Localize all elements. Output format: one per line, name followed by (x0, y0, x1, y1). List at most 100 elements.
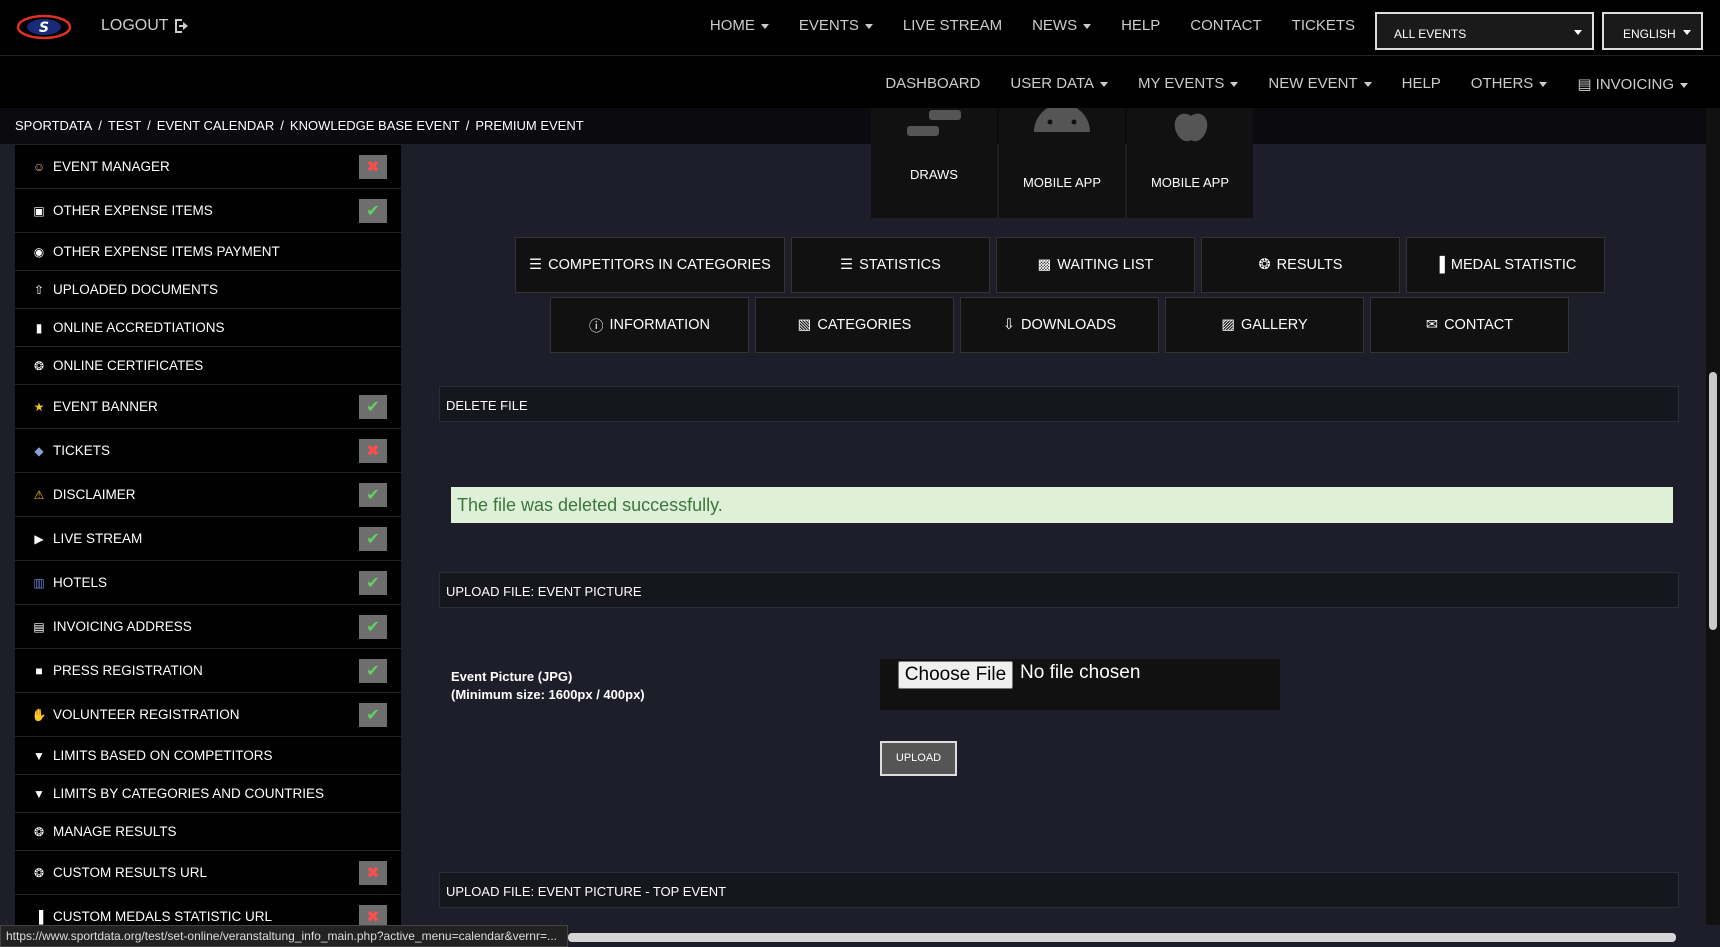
sidebar-item[interactable]: ❂ MANAGE RESULTS (15, 813, 401, 851)
sidebar-item-label: INVOICING ADDRESS (53, 619, 192, 634)
nav-events[interactable]: EVENTS (799, 17, 873, 34)
hand-icon: ✋ (31, 707, 47, 722)
upload-button[interactable]: UPLOAD (880, 741, 957, 776)
sidebar-item[interactable]: ◆ TICKETS ✖ (15, 429, 401, 473)
subnav-my-events[interactable]: MY EVENTS (1138, 75, 1239, 93)
logout-link[interactable]: LOGOUT (101, 17, 193, 35)
vertical-scrollbar-thumb[interactable] (1709, 372, 1717, 630)
event-picture-hint: (Minimum size: 1600px / 400px) (451, 687, 645, 702)
sidebar-item[interactable]: ✋ VOLUNTEER REGISTRATION ✔ (15, 693, 401, 737)
app-tile-apple[interactable]: MOBILE APP (1127, 108, 1253, 218)
upload-icon: ⇧ (33, 282, 45, 297)
sidebar-item[interactable]: ▐ CUSTOM MEDALS STATISTIC URL ✖ (15, 895, 401, 925)
app-tiles: DRAWS MOBILE APP MOBILE APP (871, 108, 1253, 218)
breadcrumb-test[interactable]: TEST (108, 118, 141, 133)
logout-label: LOGOUT (101, 17, 169, 34)
subnav-invoicing[interactable]: ▤ INVOICING (1577, 75, 1688, 93)
sidebar-item[interactable]: ▶ LIVE STREAM ✔ (15, 517, 401, 561)
sidebar-item[interactable]: ■ PRESS REGISTRATION ✔ (15, 649, 401, 693)
nav-button[interactable]: ☰ COMPETITORS IN CATEGORIES (515, 237, 785, 293)
language-select[interactable]: ENGLISH (1602, 12, 1703, 50)
nav-help[interactable]: HELP (1121, 17, 1160, 34)
sidebar-item[interactable]: ▮ ONLINE ACCREDTIATIONS (15, 309, 401, 347)
sidebar-item[interactable]: ☺ EVENT MANAGER ✖ (15, 145, 401, 189)
sidebar-item-label: DISCLAIMER (53, 487, 136, 502)
sidebar-item[interactable]: ▥ HOTELS ✔ (15, 561, 401, 605)
apple-icon (1174, 113, 1208, 142)
nav-button[interactable]: ⓘ INFORMATION (550, 297, 749, 353)
chevron-down-icon (1100, 81, 1108, 87)
sidebar-item[interactable]: ❂ ONLINE CERTIFICATES (15, 347, 401, 385)
nav-button[interactable]: ▨ GALLERY (1165, 297, 1364, 353)
choose-file-button[interactable]: Choose File (898, 661, 1013, 689)
subnav-user-data[interactable]: USER DATA (1010, 75, 1108, 93)
sidebar-item[interactable]: ❂ CUSTOM RESULTS URL ✖ (15, 851, 401, 895)
nav-button-label: INFORMATION (609, 317, 710, 333)
nav-button-label: STATISTICS (859, 257, 941, 273)
sportdata-logo[interactable]: S (16, 14, 72, 40)
success-alert: The file was deleted successfully. (451, 487, 1673, 523)
main-nav: HOME EVENTS LIVE STREAM NEWS HELP CONTAC… (710, 17, 1355, 34)
check-icon: ✔ (359, 659, 387, 683)
app-tile-label: MOBILE APP (1150, 175, 1230, 190)
events-select-value: ALL EVENTS (1394, 27, 1467, 41)
nav-button[interactable]: ⇩ DOWNLOADS (960, 297, 1159, 353)
sidebar-item-label: HOTELS (53, 575, 108, 590)
chart-icon: ▐ (34, 909, 44, 924)
sidebar-item[interactable]: ◉ OTHER EXPENSE ITEMS PAYMENT (15, 233, 401, 271)
check-icon: ✔ (359, 527, 387, 551)
app-tile-android[interactable]: MOBILE APP (999, 108, 1125, 218)
sidebar-item[interactable]: ▼ LIMITS BASED ON COMPETITORS (15, 737, 401, 775)
breadcrumb-event-calendar[interactable]: EVENT CALENDAR (157, 118, 275, 133)
button-row-1: ☰ COMPETITORS IN CATEGORIES ☰ STATISTICS ▩ WA… (515, 237, 1605, 293)
download-icon: ⇩ (1002, 317, 1016, 333)
nav-button[interactable]: ☰ STATISTICS (791, 237, 990, 293)
sidebar-item[interactable]: ⇧ UPLOADED DOCUMENTS (15, 271, 401, 309)
filter-icon: ▼ (33, 786, 45, 801)
sidebar-item-label: OTHER EXPENSE ITEMS (53, 203, 213, 218)
nav-tickets[interactable]: TICKETS (1292, 17, 1355, 34)
check-icon: ✔ (359, 571, 387, 595)
horizontal-scrollbar[interactable] (568, 933, 1676, 942)
badge-icon: ▮ (35, 320, 43, 335)
nav-live-stream[interactable]: LIVE STREAM (903, 17, 1002, 34)
events-select[interactable]: ALL EVENTS (1375, 12, 1594, 50)
sidebar-item[interactable]: ⚠ DISCLAIMER ✔ (15, 473, 401, 517)
nav-button[interactable]: ▩ WAITING LIST (996, 237, 1195, 293)
subnav-new-event-label: NEW EVENT (1268, 75, 1358, 92)
trophy-icon: ❂ (1258, 257, 1271, 273)
sidebar-item[interactable]: ▤ INVOICING ADDRESS ✔ (15, 605, 401, 649)
file-input: Choose File No file chosen (880, 659, 1280, 710)
subnav-dashboard[interactable]: DASHBOARD (885, 75, 980, 93)
nav-home[interactable]: HOME (710, 17, 769, 34)
sidebar-item-label: UPLOADED DOCUMENTS (53, 282, 219, 297)
nav-button[interactable]: ❂ RESULTS (1201, 237, 1400, 293)
language-select-value: ENGLISH (1623, 27, 1676, 41)
nav-button[interactable]: ▧ CATEGORIES (755, 297, 954, 353)
sub-navbar: DASHBOARD USER DATA MY EVENTS NEW EVENT … (0, 56, 1720, 108)
sidebar-item[interactable]: ★ EVENT BANNER ✔ (15, 385, 401, 429)
subnav-others-label: OTHERS (1470, 75, 1534, 92)
nav-news[interactable]: NEWS (1032, 17, 1092, 34)
nav-contact[interactable]: CONTACT (1190, 17, 1261, 34)
app-tile-draws[interactable]: DRAWS (871, 108, 997, 218)
subnav-others[interactable]: OTHERS (1471, 75, 1548, 93)
trophy-icon: ❂ (33, 358, 45, 373)
sidebar-item-label: TICKETS (53, 443, 111, 458)
nav-button-label: DOWNLOADS (1021, 317, 1117, 333)
chevron-down-icon (1083, 23, 1092, 29)
nav-button[interactable]: ✉ CONTACT (1370, 297, 1569, 353)
event-picture-label: Event Picture (JPG) (451, 669, 573, 684)
subnav-new-event[interactable]: NEW EVENT (1268, 75, 1372, 93)
sidebar-item[interactable]: ▣ OTHER EXPENSE ITEMS ✔ (15, 189, 401, 233)
sidebar-item-label: EVENT MANAGER (53, 159, 170, 174)
sidebar: ☺ EVENT MANAGER ✖ ▣ OTHER EXPENSE ITEMS ✔ ◉ OTH… (15, 144, 401, 925)
upload-top-event-panel-header: UPLOAD FILE: EVENT PICTURE - TOP EVENT (439, 872, 1679, 908)
draws-icon (907, 110, 961, 136)
subnav-help[interactable]: HELP (1402, 75, 1441, 93)
sidebar-item[interactable]: ▼ LIMITS BY CATEGORIES AND COUNTRIES (15, 775, 401, 813)
chevron-down-icon (864, 23, 873, 29)
breadcrumb-sportdata[interactable]: SPORTDATA (15, 118, 92, 133)
nav-button[interactable]: ▐ MEDAL STATISTIC (1406, 237, 1605, 293)
cart-icon: ▣ (33, 203, 45, 218)
